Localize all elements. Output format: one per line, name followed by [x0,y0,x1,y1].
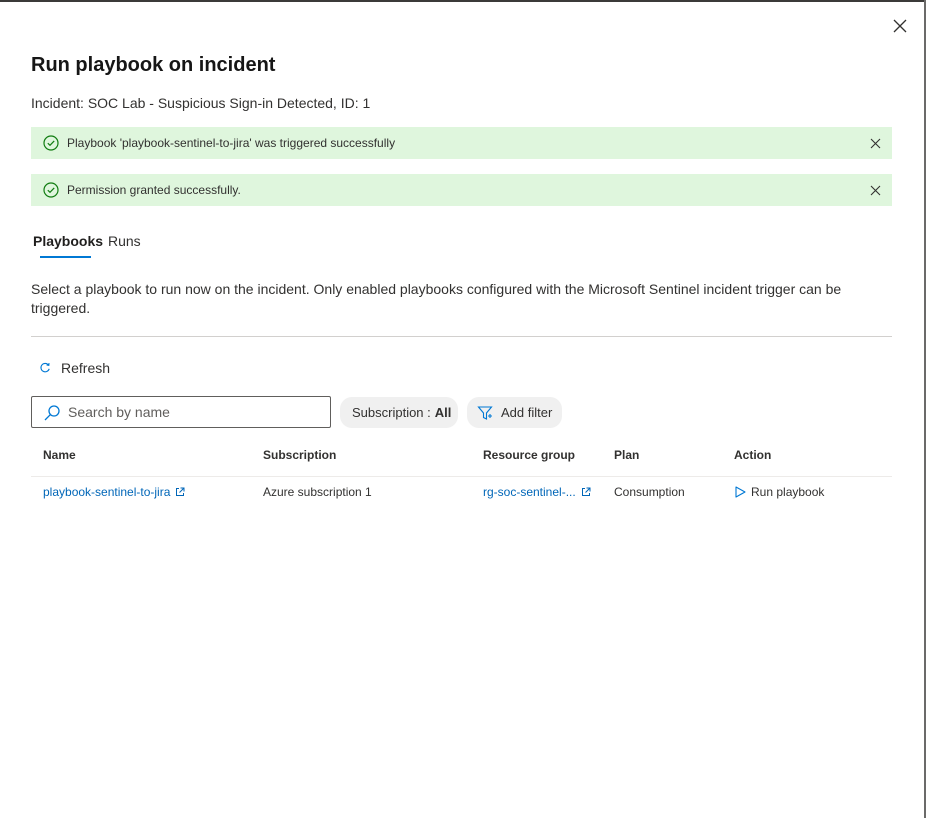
notification-message: Playbook 'playbook-sentinel-to-jira' was… [67,136,396,150]
incident-info: Incident: SOC Lab - Suspicious Sign-in D… [31,95,371,111]
resource-group-cell: rg-soc-sentinel-... [483,485,591,499]
subscription-filter[interactable]: Subscription : All [340,397,458,428]
external-link-icon [175,487,185,497]
checkmark-circle-icon [43,182,59,198]
refresh-label: Refresh [61,360,111,376]
resource-group-link[interactable]: rg-soc-sentinel-... [483,485,576,499]
close-panel-button[interactable] [889,15,911,37]
close-icon [870,138,880,148]
refresh-button[interactable]: Refresh [39,360,110,376]
add-filter-button[interactable]: Add filter [467,397,562,428]
plan-cell: Consumption [614,485,685,499]
subscription-cell: Azure subscription 1 [263,485,372,499]
checkmark-circle-icon [43,135,59,151]
subscription-filter-label: Subscription : [352,405,431,420]
dismiss-notification-button[interactable] [868,136,882,150]
run-playbook-label: Run playbook [751,485,825,499]
column-header-resource-group[interactable]: Resource group [483,448,575,462]
section-divider [31,336,892,337]
panel-top-border [0,0,926,2]
external-link-icon [581,487,591,497]
active-tab-indicator [40,256,91,258]
tab-playbooks[interactable]: Playbooks [33,233,103,249]
subscription-filter-value: All [434,405,452,420]
table-header-divider [31,476,892,477]
run-playbook-button[interactable]: Run playbook [735,485,824,499]
close-icon [870,185,880,195]
success-notification: Permission granted successfully. [31,174,892,206]
playbook-name-cell: playbook-sentinel-to-jira [43,485,185,499]
panel-title: Run playbook on incident [31,54,276,76]
column-header-name[interactable]: Name [43,448,76,462]
refresh-icon [40,362,50,373]
column-header-subscription[interactable]: Subscription [263,448,336,462]
dismiss-notification-button[interactable] [868,183,882,197]
tab-runs[interactable]: Runs [108,233,141,249]
column-header-plan[interactable]: Plan [614,448,639,462]
search-box[interactable] [31,396,331,428]
notification-message: Permission granted successfully. [67,183,241,197]
play-icon [735,486,746,498]
playbook-description: Select a playbook to run now on the inci… [31,281,842,316]
search-icon [44,405,60,421]
search-input[interactable] [68,402,323,422]
add-filter-label: Add filter [501,405,553,420]
column-header-action[interactable]: Action [734,448,771,462]
playbook-name-link[interactable]: playbook-sentinel-to-jira [43,485,170,499]
close-icon [893,19,907,33]
success-notification: Playbook 'playbook-sentinel-to-jira' was… [31,127,892,159]
filter-icon [477,405,493,420]
